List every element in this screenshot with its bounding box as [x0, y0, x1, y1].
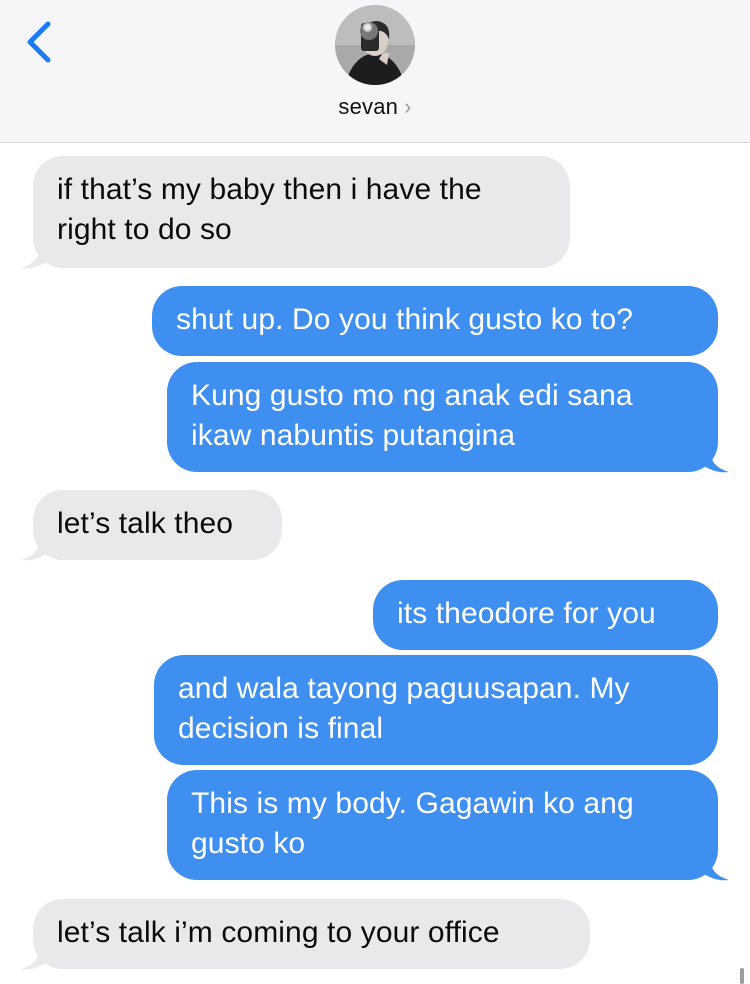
- message-bubble-received[interactable]: if that’s my baby then i have the right …: [33, 156, 570, 268]
- scrollbar[interactable]: [740, 968, 744, 984]
- message-text: This is my body. Gagawin ko ang gusto ko: [191, 787, 634, 860]
- message-text: let’s talk i’m coming to your office: [57, 916, 500, 949]
- message-text: Kung gusto mo ng anak edi sana ikaw nabu…: [191, 379, 633, 452]
- message-bubble-received[interactable]: let’s talk i’m coming to your office: [33, 899, 590, 969]
- message-text: and wala tayong paguusapan. My decision …: [178, 672, 630, 745]
- message-bubble-received[interactable]: let’s talk theo: [33, 490, 282, 560]
- message-text: if that’s my baby then i have the right …: [57, 173, 482, 246]
- message-text: shut up. Do you think gusto ko to?: [176, 303, 634, 336]
- message-bubble-sent[interactable]: This is my body. Gagawin ko ang gusto ko: [167, 770, 718, 880]
- message-text: its theodore for you: [397, 597, 656, 630]
- bubble-tail: [699, 450, 729, 473]
- message-bubble-sent[interactable]: Kung gusto mo ng anak edi sana ikaw nabu…: [167, 362, 718, 472]
- message-text: let’s talk theo: [57, 507, 234, 540]
- message-thread: if that’s my baby then i have the right …: [0, 0, 750, 984]
- message-bubble-sent[interactable]: and wala tayong paguusapan. My decision …: [154, 655, 718, 765]
- message-bubble-sent[interactable]: shut up. Do you think gusto ko to?: [152, 286, 718, 356]
- bubble-tail: [699, 858, 729, 881]
- bubble-tail: [21, 246, 51, 269]
- bubble-tail: [21, 947, 51, 970]
- message-bubble-sent[interactable]: its theodore for you: [373, 580, 718, 650]
- bubble-tail: [21, 538, 51, 561]
